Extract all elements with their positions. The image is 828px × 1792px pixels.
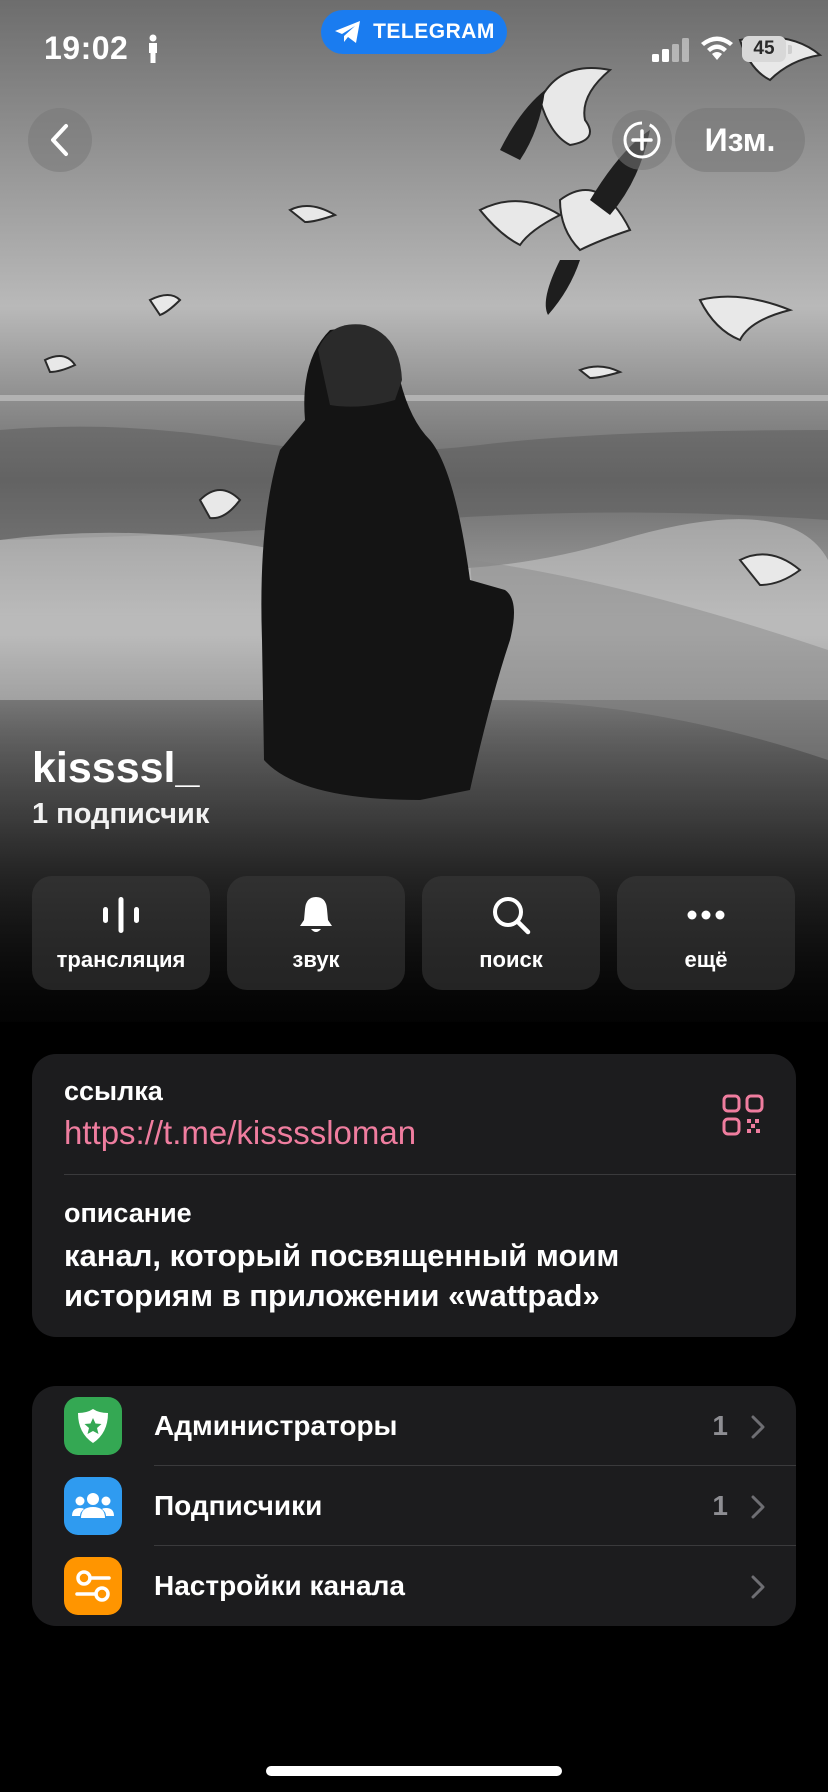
subscriber-count: 1 подписчик [32,798,210,830]
row-count: 1 [712,1490,728,1521]
channel-management-list: Администраторы 1 Подписчики 1 Настройки … [32,1386,796,1626]
row-label: Настройки канала [154,1570,405,1601]
status-time: 19:02 [44,30,129,66]
sound-button[interactable]: звук [227,876,405,990]
channel-actions: трансляция звук поиск ещё [32,876,796,990]
search-button[interactable]: поиск [422,876,600,990]
chevron-right-icon [751,1495,765,1519]
cellular-signal-icon [652,38,689,62]
subscribers-icon-box [64,1477,122,1535]
channel-link[interactable]: https://t.me/kisssslomаn [64,1114,416,1152]
channel-name: kissssl_ [32,744,200,792]
wifi-icon [701,36,733,60]
administrators-row[interactable]: Администраторы 1 [32,1386,796,1466]
chevron-left-icon [51,124,68,156]
bell-icon [300,897,332,932]
admin-shield-icon [78,1409,108,1443]
more-icon [687,910,725,920]
back-button[interactable] [28,108,92,172]
row-count: 1 [712,1410,728,1441]
channel-description: канал, который посвященный моим историям… [64,1238,620,1313]
status-bar: 19:02 TELEGRAM 45 [0,0,828,100]
telegram-pill-label: TELEGRAM [373,20,495,43]
channel-settings-icon [75,1570,111,1602]
row-label: Подписчики [154,1490,323,1521]
action-label: звук [292,947,340,972]
chevron-right-icon [751,1415,765,1439]
channel-cover-photo: 19:02 TELEGRAM 45 Изм. kissssl_ 1 подпис… [0,0,828,1022]
search-icon [493,897,531,935]
edit-button[interactable]: Изм. [675,108,805,172]
activity-person-icon [149,34,157,63]
channel-settings-icon-box [64,1557,122,1615]
subscribers-icon [72,1493,114,1518]
add-story-icon [623,121,661,159]
channel-settings-row[interactable]: Настройки канала [32,1546,796,1626]
chevron-right-icon [751,1575,765,1599]
divider [64,1174,796,1175]
telegram-plane-icon [335,21,361,43]
live-stream-button[interactable]: трансляция [32,876,210,990]
live-stream-icon [103,897,139,933]
home-indicator[interactable] [266,1766,562,1776]
admin-icon-box [64,1397,122,1455]
description-title: описание [64,1198,192,1228]
action-label: трансляция [56,947,186,972]
action-label: ещё [684,947,728,972]
action-label: поиск [479,947,543,972]
battery-level: 45 [742,36,786,62]
battery-indicator: 45 [742,36,792,62]
row-label: Администраторы [154,1410,398,1441]
link-title: ссылка [64,1076,163,1106]
subscribers-row[interactable]: Подписчики 1 [32,1466,796,1546]
telegram-pill[interactable]: TELEGRAM [321,10,507,54]
qr-code-icon[interactable] [722,1094,764,1136]
add-story-button[interactable] [612,110,672,170]
more-button[interactable]: ещё [617,876,795,990]
channel-info-card: ссылка https://t.me/kisssslomаn описание… [32,1054,796,1337]
